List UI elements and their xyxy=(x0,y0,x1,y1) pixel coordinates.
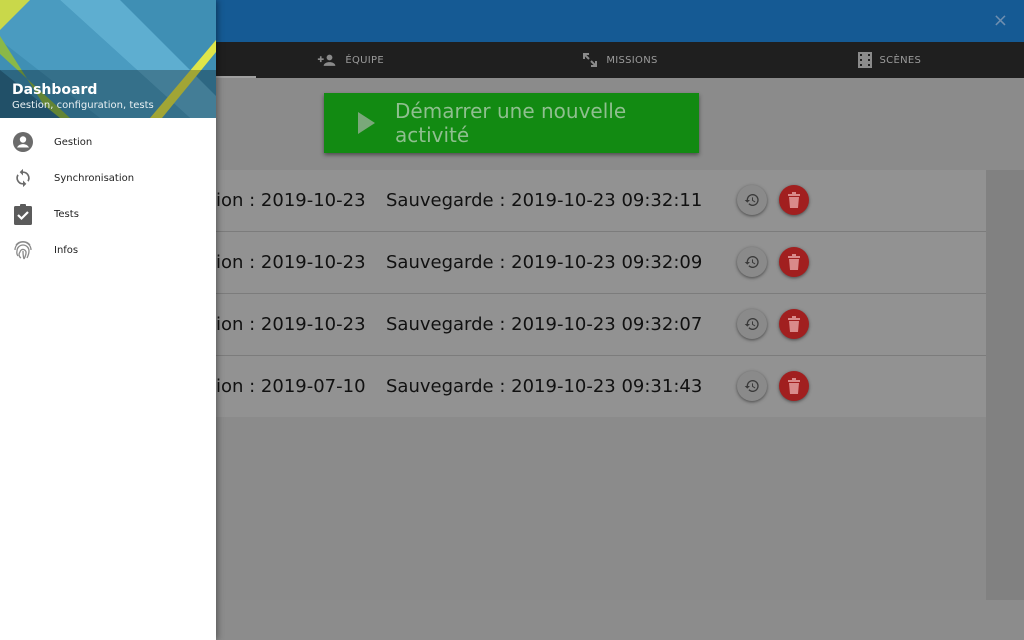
creation-date: ion : 2019-10-23 xyxy=(216,314,366,335)
tab-scenes[interactable]: SCÈNES xyxy=(755,42,1024,78)
drawer-subtitle: Gestion, configuration, tests xyxy=(12,100,154,111)
trash-icon xyxy=(788,254,800,270)
drawer-header: Dashboard Gestion, configuration, tests xyxy=(0,0,216,118)
close-icon[interactable]: × xyxy=(993,10,1008,31)
drawer-item-label: Gestion xyxy=(54,136,93,148)
save-date: Sauvegarde : 2019-10-23 09:32:09 xyxy=(386,252,703,273)
save-date: Sauvegarde : 2019-10-23 09:32:11 xyxy=(386,190,703,211)
sync-icon xyxy=(12,167,34,189)
restore-button[interactable] xyxy=(737,309,767,339)
save-date: Sauvegarde : 2019-10-23 09:32:07 xyxy=(386,314,703,335)
tab-label: ÉQUIPE xyxy=(345,54,384,66)
bottom-bar xyxy=(216,600,1024,640)
creation-date: ion : 2019-10-23 xyxy=(216,190,366,211)
start-activity-button[interactable]: Démarrer une nouvelle activité xyxy=(324,93,699,153)
list-item[interactable]: ion : 2019-10-23 Sauvegarde : 2019-10-23… xyxy=(216,170,986,232)
tab-equipe[interactable]: ÉQUIPE xyxy=(216,42,485,78)
list-item[interactable]: ion : 2019-10-23 Sauvegarde : 2019-10-23… xyxy=(216,232,986,294)
trash-icon xyxy=(788,316,800,332)
creation-date: ion : 2019-10-23 xyxy=(216,252,366,273)
drawer-item-label: Synchronisation xyxy=(54,172,135,184)
delete-button[interactable] xyxy=(779,309,809,339)
tab-missions[interactable]: MISSIONS xyxy=(485,42,754,78)
trash-icon xyxy=(788,378,800,394)
drawer-item-label: Infos xyxy=(54,244,79,256)
history-icon xyxy=(744,194,759,206)
history-icon xyxy=(744,380,759,392)
clipboard-check-icon xyxy=(12,203,34,225)
history-icon xyxy=(744,256,759,268)
creation-date: ion : 2019-07-10 xyxy=(216,376,366,397)
group-add-icon xyxy=(318,54,336,66)
fingerprint-icon xyxy=(12,239,34,261)
list-item[interactable]: ion : 2019-10-23 Sauvegarde : 2019-10-23… xyxy=(216,294,986,356)
delete-button[interactable] xyxy=(779,371,809,401)
saved-activities-list: ion : 2019-10-23 Sauvegarde : 2019-10-23… xyxy=(216,170,986,417)
account-circle-icon xyxy=(12,131,34,153)
drawer-item-infos[interactable]: Infos xyxy=(0,232,216,268)
tab-label: MISSIONS xyxy=(606,54,658,66)
drawer-item-tests[interactable]: Tests xyxy=(0,196,216,232)
main-content: Démarrer une nouvelle activité ion : 201… xyxy=(216,78,1024,600)
drawer-item-synchronisation[interactable]: Synchronisation xyxy=(0,160,216,196)
list-item[interactable]: ion : 2019-07-10 Sauvegarde : 2019-10-23… xyxy=(216,356,986,417)
expand-arrows-icon xyxy=(583,53,598,67)
drawer-item-label: Tests xyxy=(54,208,79,220)
tab-label: SCÈNES xyxy=(879,54,922,66)
list-scroll-area xyxy=(986,170,1024,600)
restore-button[interactable] xyxy=(737,371,767,401)
delete-button[interactable] xyxy=(779,185,809,215)
drawer-title: Dashboard xyxy=(12,82,98,98)
start-activity-label: Démarrer une nouvelle activité xyxy=(395,99,627,147)
trash-icon xyxy=(788,192,800,208)
history-icon xyxy=(744,318,759,330)
restore-button[interactable] xyxy=(737,247,767,277)
navigation-drawer: Dashboard Gestion, configuration, tests … xyxy=(0,0,216,640)
drawer-item-gestion[interactable]: Gestion xyxy=(0,124,216,160)
delete-button[interactable] xyxy=(779,247,809,277)
film-strip-icon xyxy=(857,52,872,68)
restore-button[interactable] xyxy=(737,185,767,215)
play-icon xyxy=(358,112,375,134)
save-date: Sauvegarde : 2019-10-23 09:31:43 xyxy=(386,376,703,397)
